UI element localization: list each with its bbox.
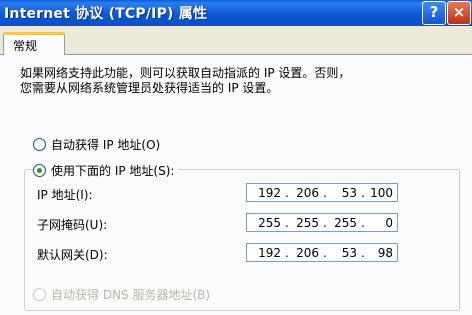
octet: 0 — [385, 216, 393, 230]
octet: 192 — [258, 246, 281, 260]
octet: 255 — [296, 216, 319, 230]
ip-address-label: IP 地址(I): — [37, 188, 93, 202]
tab-general-label: 常规 — [13, 39, 38, 53]
octet: 255 — [258, 216, 281, 230]
window-title: Internet 协议 (TCP/IP) 属性 — [4, 6, 208, 22]
radio-manual-ip-label: 使用下面的 IP 地址(S): — [51, 164, 175, 178]
radio-auto-dns-label: 自动获得 DNS 服务器地址(B) — [51, 288, 211, 302]
octet: 206 — [296, 246, 319, 260]
octet: 255 — [334, 216, 357, 230]
radio-auto-dns[interactable]: 自动获得 DNS 服务器地址(B) — [33, 286, 210, 303]
tab-general[interactable]: 常规 — [3, 32, 65, 55]
default-gateway-label: 默认网关(D): — [37, 248, 108, 262]
help-icon[interactable]: ? — [422, 1, 446, 25]
octet: 192 — [258, 186, 281, 200]
subnet-mask-input[interactable]: 255 . 255 . 255 . 0 — [246, 213, 398, 232]
radio-manual-ip[interactable]: 使用下面的 IP 地址(S): — [33, 162, 179, 179]
title-bar: Internet 协议 (TCP/IP) 属性 ? × — [0, 0, 472, 26]
default-gateway-input[interactable]: 192 . 206 . 53 . 98 — [246, 243, 398, 262]
ip-address-input[interactable]: 192 . 206 . 53 . 100 — [246, 183, 398, 202]
radio-auto-ip[interactable]: 自动获得 IP 地址(O) — [33, 136, 160, 153]
radio-auto-ip-label: 自动获得 IP 地址(O) — [51, 138, 161, 152]
radio-button[interactable] — [33, 138, 46, 151]
close-icon[interactable]: × — [447, 1, 471, 25]
octet: 53 — [341, 186, 357, 200]
subnet-mask-label: 子网掩码(U): — [37, 218, 108, 232]
radio-button-selected[interactable] — [33, 164, 46, 177]
octet: 100 — [370, 186, 393, 200]
octet: 206 — [296, 186, 319, 200]
octet: 53 — [341, 246, 357, 260]
description-text: 如果网络支持此功能，则可以获取自动指派的 IP 设置。否则， 您需要从网络系统管… — [20, 66, 351, 95]
octet: 98 — [377, 246, 393, 260]
radio-button[interactable] — [33, 288, 46, 301]
